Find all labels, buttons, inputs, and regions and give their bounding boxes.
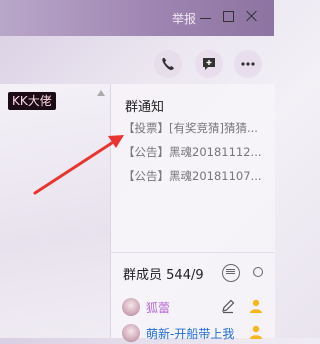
annotation-arrow	[33, 135, 124, 195]
